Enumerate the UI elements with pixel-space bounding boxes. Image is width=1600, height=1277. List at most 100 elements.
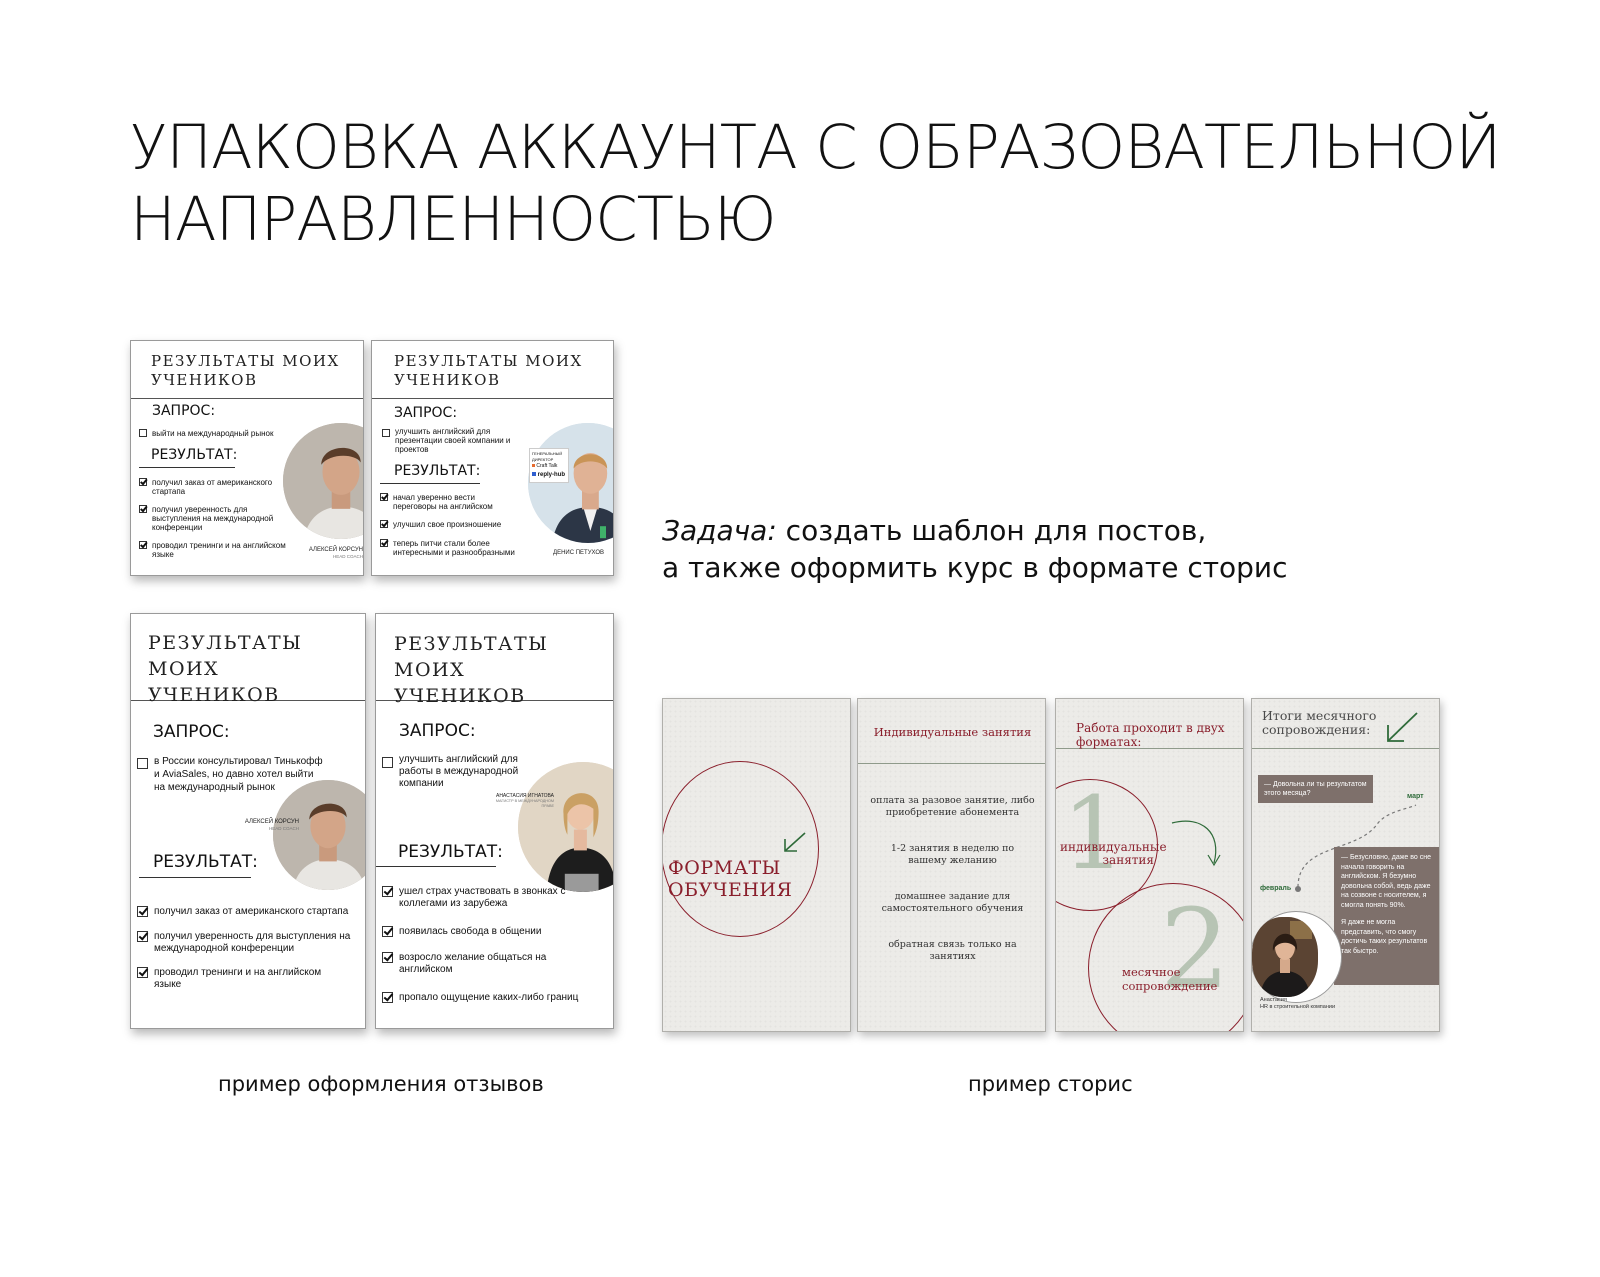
result-item: получил уверенность для выступления на м… [137,931,357,954]
card-title-line-2: УЧЕНИКОВ [394,370,501,389]
story-title: Работа проходит в двух форматах: [1076,721,1225,749]
student-name: АНАСТАСИЯ ИГНАТОВА магистр в международн… [495,793,554,808]
card-header: РЕЗУЛЬТАТЫ МОИХ УЧЕНИКОВ [372,341,613,399]
card-title-line-1: РЕЗУЛЬТАТЫ МОИХ [394,633,549,681]
number-1: 1 [1062,775,1126,892]
result-item: пропало ощущение каких-либо границ [382,992,612,1004]
result-item: появилась свобода в общении [382,926,592,938]
task-description: Задача: создать шаблон для постов, а так… [662,512,1288,586]
checkbox-checked[interactable] [137,967,148,978]
story-title: ФОРМАТЫ ОБУЧЕНИЯ [668,857,793,901]
story-title: Индивидуальные занятия [873,725,1032,739]
march-label: март [1407,793,1424,800]
checkbox-checked[interactable] [382,926,393,937]
curved-arrow-icon [1171,820,1221,867]
page-title-line-2: НАПРАВЛЕННОСТЬЮ [130,184,777,255]
question-bubble: — Довольна ли ты результатом этого месяц… [1258,775,1373,803]
page-title: УПАКОВКА АККАУНТА С ОБРАЗОВАТЕЛЬНОЙ НАПР… [130,112,1530,256]
card-header: РЕЗУЛЬТАТЫ МОИХ УЧЕНИКОВ [131,614,365,706]
review-card-4: РЕЗУЛЬТАТЫ МОИХ УЧЕНИКОВ ЗАПРОС: улучшит… [375,613,614,1029]
task-label: Задача: [662,514,777,547]
arrow-down-left-icon [1387,712,1418,742]
card-title-line-2: УЧЕНИКОВ [148,684,280,706]
request-item: улучшить английский для презентации свое… [382,427,522,455]
checkbox-checked[interactable] [380,520,388,528]
checkbox-checked[interactable] [382,992,393,1003]
result-underline [380,483,480,484]
checkbox-empty[interactable] [382,757,393,768]
checkbox-checked[interactable] [139,541,147,549]
student-photo [283,423,363,539]
story-1: ФОРМАТЫ ОБУЧЕНИЯ [662,698,851,1032]
checkbox-checked[interactable] [382,952,393,963]
format-label: индивидуальные занятия [1060,840,1167,867]
checkbox-checked[interactable] [380,539,388,547]
result-label: РЕЗУЛЬТАТ: [398,842,503,862]
checkbox-checked[interactable] [382,886,393,897]
result-underline [139,467,235,468]
result-item: возросло желание общаться на английском [382,952,552,975]
card-header: РЕЗУЛЬТАТЫ МОИХ УЧЕНИКОВ [131,341,363,399]
portrait-woman-image [1252,917,1318,997]
portrait-man-suit-image [528,423,613,543]
answer-bubble: — Безусловно, даже во сне начала говорит… [1334,847,1439,985]
request-item: выйти на международный рынок [139,429,299,438]
story-item: домашнее задание для самостоятельного об… [881,891,1024,914]
checkbox-empty[interactable] [137,758,148,769]
portrait-man-image [283,423,363,539]
result-item: начал уверенно вести переговоры на англи… [380,493,520,511]
checkbox-empty[interactable] [382,429,390,437]
student-caption: Анастасия HR в строительной компании [1260,997,1336,1010]
student-photo [518,762,613,892]
checkbox-checked[interactable] [137,906,148,917]
review-card-1: РЕЗУЛЬТАТЫ МОИХ УЧЕНИКОВ ЗАПРОС: выйти н… [130,340,364,576]
checkbox-checked[interactable] [139,478,147,486]
review-card-3: РЕЗУЛЬТАТЫ МОИХ УЧЕНИКОВ ЗАПРОС: в Росси… [130,613,366,1029]
checkbox-checked[interactable] [139,505,147,513]
result-label: РЕЗУЛЬТАТ: [151,447,238,463]
result-item: улучшил свое произношение [380,520,530,529]
card-title-line-1: РЕЗУЛЬТАТЫ МОИХ [151,352,340,370]
student-photo [528,423,613,543]
result-item: проводил тренинги и на английском языке [137,967,347,990]
request-label: ЗАПРОС: [152,403,216,419]
task-line-2: а также оформить курс в формате сторис [662,551,1288,584]
student-name: ДЕНИС ПЕТУХОВ [553,550,604,556]
result-item: проводил тренинги и на английском языке [139,541,304,559]
student-photo [1252,917,1318,997]
story-title: Итоги месячного сопровождения: [1262,708,1377,737]
result-item: получил заказ от американского стартапа [137,906,362,918]
story-item: 1-2 занятия в неделю по вашему желанию [890,843,1015,866]
card-header: РЕЗУЛЬТАТЫ МОИХ УЧЕНИКОВ [376,614,613,707]
task-line-1: создать шаблон для постов, [785,514,1207,547]
result-item: теперь питчи стали более интересными и р… [380,539,540,557]
story-3: Работа проходит в двух форматах: 1 индив… [1055,698,1244,1032]
portrait-man-image [273,780,365,890]
card-title-line-1: РЕЗУЛЬТАТЫ МОИХ [148,632,303,680]
student-name: АЛЕКСЕЙ КОРСУН head coach [308,547,363,560]
checkbox-empty[interactable] [139,429,147,437]
page-title-line-1: УПАКОВКА АККАУНТА С ОБРАЗОВАТЕЛЬНОЙ [130,112,1501,183]
portrait-woman-image [518,762,613,892]
result-label: РЕЗУЛЬТАТ: [394,463,481,479]
company-badge: ГЕНЕРАЛЬНЫЙ ДИРЕКТОР Craft Talk reply-hu… [529,448,569,483]
request-label: ЗАПРОС: [153,722,230,742]
result-item: получил уверенность для выступления на м… [139,505,289,533]
story-item: оплата за разовое занятие, либо приобрет… [870,795,1035,818]
story-item: обратная связь только на занятиях [888,939,1017,962]
result-underline [139,877,251,878]
result-underline [376,866,496,867]
card-title-line-1: РЕЗУЛЬТАТЫ МОИХ [394,352,583,370]
reviews-caption: пример оформления отзывов [218,1072,544,1096]
format-label: месячное сопровождение [1122,965,1218,993]
checkbox-checked[interactable] [137,931,148,942]
request-item: улучшить английский для работы в междуна… [382,754,532,790]
reply-hub-logo-icon [532,471,536,476]
story-2: Индивидуальные занятия оплата за разовое… [857,698,1046,1032]
february-label: февраль [1260,885,1292,892]
card-title-line-2: УЧЕНИКОВ [151,370,258,389]
story-4: Итоги месячного сопровождения: — Довольн… [1251,698,1440,1032]
checkbox-checked[interactable] [380,493,388,501]
student-photo [273,780,365,890]
craft-talk-logo-icon [532,464,535,467]
